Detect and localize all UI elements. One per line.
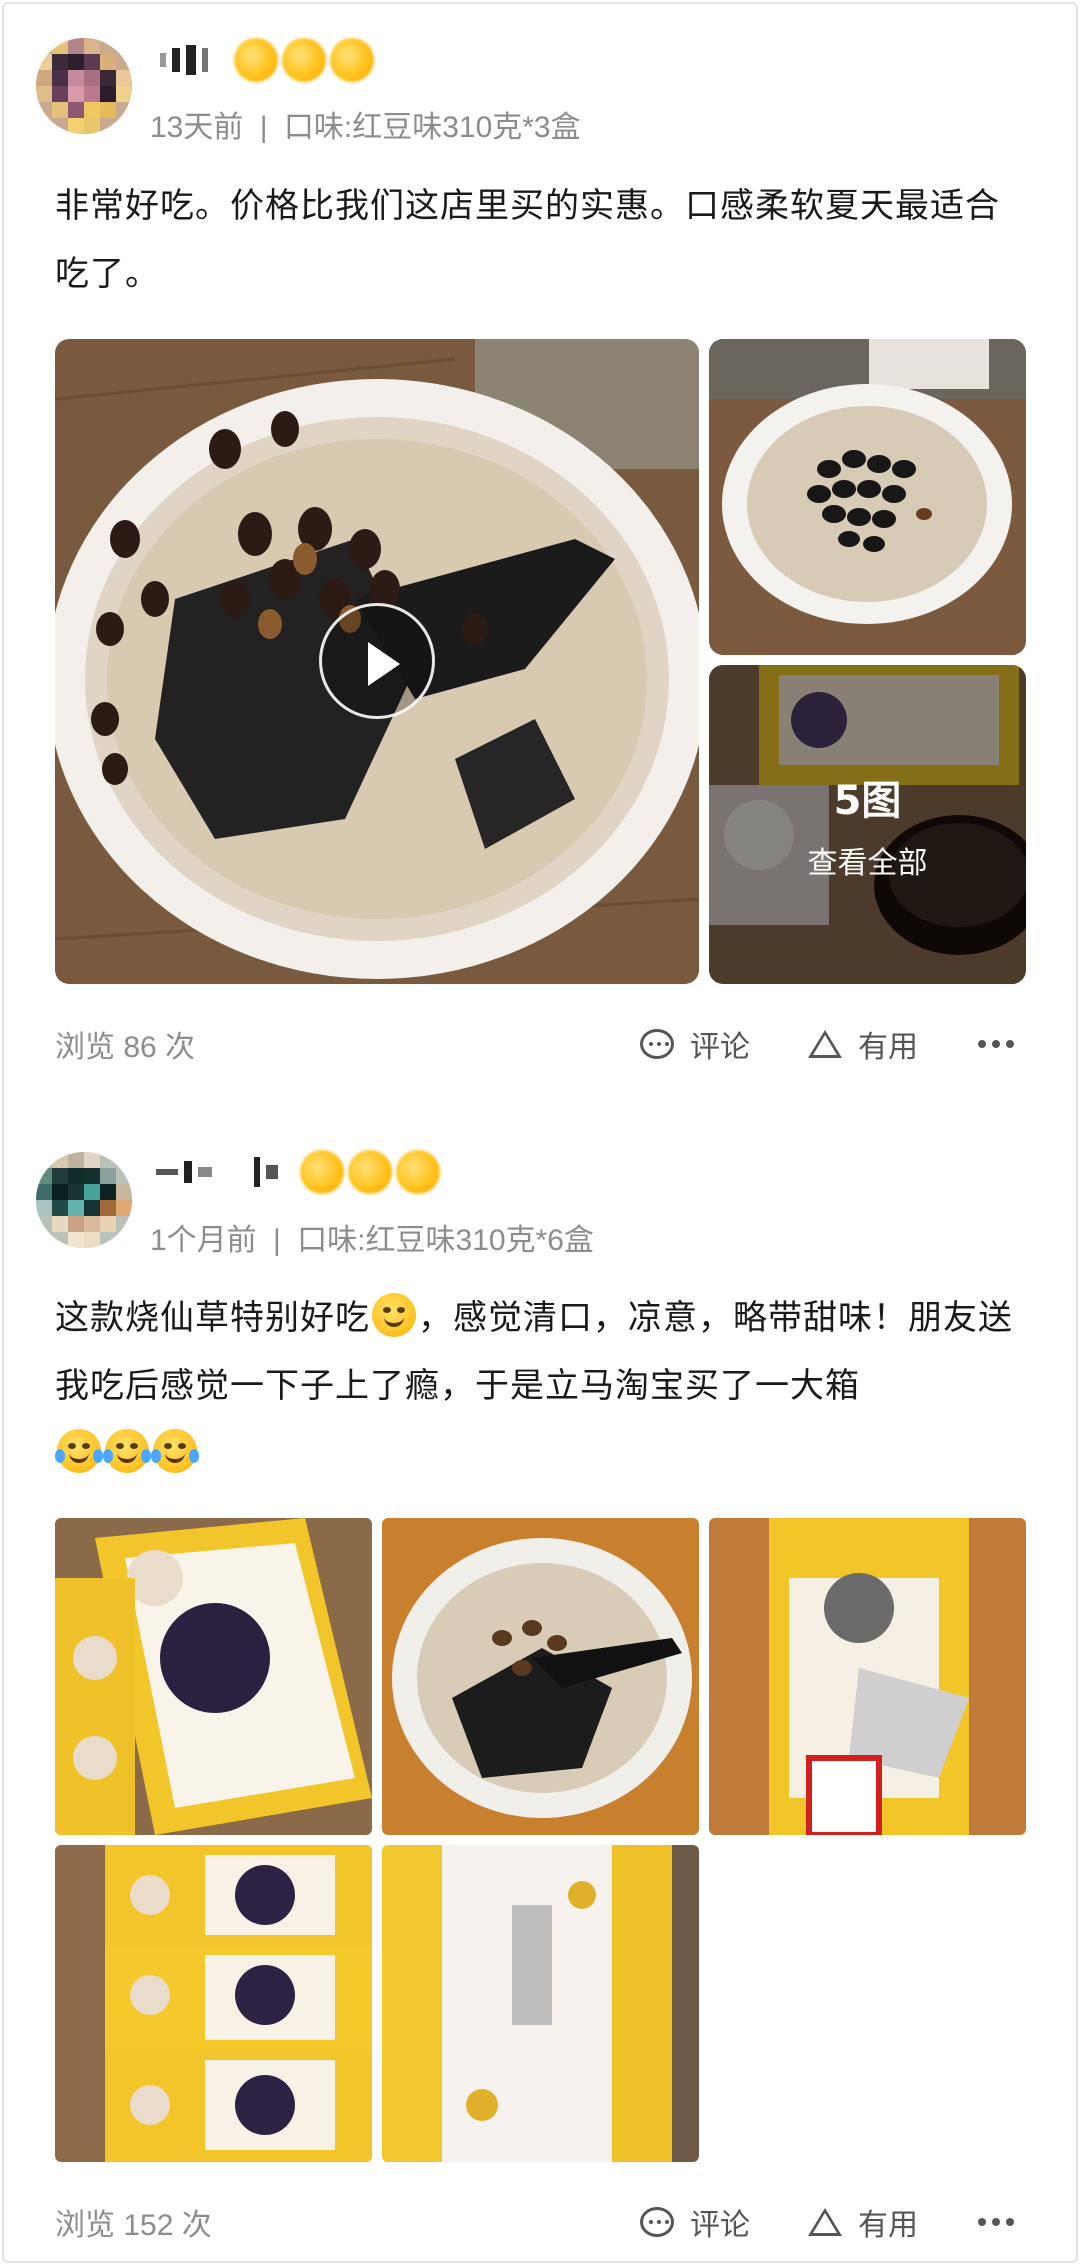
comment-icon: [640, 1029, 674, 1059]
username-redacted: [156, 1157, 278, 1187]
medal-icon: [282, 38, 326, 82]
summer-gift-box-photo: [382, 1845, 699, 2162]
grass-jelly-cup-photo: [709, 339, 1026, 655]
review-meta: 1个月前 | 口味:红豆味310克*6盒: [150, 1215, 594, 1259]
medal-icon: [234, 38, 278, 82]
review-flavor: 口味:红豆味310克*3盒: [283, 111, 581, 144]
play-icon[interactable]: [319, 603, 435, 719]
review-time: 1个月前: [150, 1224, 257, 1257]
comment-button[interactable]: 评论: [640, 2200, 750, 2244]
review-text: 这款烧仙草特别好吃 ，感觉清口，凉意，略带甜味！朋友送我吃后感觉一下子上了瘾，于是…: [55, 1284, 1030, 1488]
review-photo[interactable]: [55, 1518, 372, 1835]
useful-label: 有用: [858, 2208, 918, 2243]
review-text-part1: 这款烧仙草特别好吃: [55, 1298, 370, 1338]
review-video[interactable]: [55, 339, 699, 984]
yummy-emoji-icon: [372, 1293, 416, 1337]
username[interactable]: [156, 1150, 440, 1194]
comment-label: 评论: [690, 1030, 750, 1065]
review-photo[interactable]: [709, 1518, 1026, 1835]
grass-jelly-stacked-boxes-photo: [55, 1845, 372, 2162]
more-dots-icon[interactable]: [978, 1040, 1014, 1048]
useful-triangle-icon: [808, 1030, 842, 1058]
view-all-label: 查看全部: [807, 845, 928, 881]
more-photos-overlay[interactable]: 5图 查看全部: [709, 665, 1026, 984]
meta-separator: |: [259, 111, 268, 144]
medal-icon: [396, 1150, 440, 1194]
view-count: 浏览 152 次: [55, 2209, 212, 2242]
review-flavor: 口味:红豆味310克*6盒: [297, 1224, 594, 1257]
useful-triangle-icon: [808, 2208, 842, 2236]
comment-icon: [640, 2207, 674, 2237]
view-count: 浏览 86 次: [55, 1031, 196, 1064]
medal-icon: [330, 38, 374, 82]
useful-button[interactable]: 有用: [808, 2200, 918, 2244]
more-dots-icon[interactable]: [978, 2218, 1014, 2226]
avatar[interactable]: [36, 38, 132, 134]
laughing-tears-emoji-icon: [103, 1429, 151, 1473]
grass-jelly-open-box-photo: [709, 1518, 1026, 1835]
review-footer: 浏览 86 次 评论 有用: [0, 1018, 1080, 1068]
review-photo[interactable]: [382, 1845, 699, 2162]
laughing-tears-emoji-icon: [151, 1429, 199, 1473]
medal-icon: [348, 1150, 392, 1194]
review-footer: 浏览 152 次 评论 有用: [0, 2196, 1080, 2246]
laughing-tears-emoji-icon: [55, 1429, 103, 1473]
review-photo[interactable]: [709, 339, 1026, 655]
username-redacted: [160, 45, 208, 75]
review-meta: 13天前 | 口味:红豆味310克*3盒: [150, 102, 581, 146]
comment-label: 评论: [690, 2208, 750, 2243]
grass-jelly-boxes-photo: [55, 1518, 372, 1835]
review-text: 非常好吃。价格比我们这店里买的实惠。口感柔软夏天最适合吃了。: [55, 186, 1000, 294]
useful-label: 有用: [858, 1030, 918, 1065]
avatar[interactable]: [36, 1152, 132, 1248]
review-photo[interactable]: [55, 1845, 372, 2162]
review-time: 13天前: [150, 111, 244, 144]
grass-jelly-spoon-photo: [382, 1518, 699, 1835]
review-photo[interactable]: [382, 1518, 699, 1835]
photo-count: 5图: [833, 777, 902, 824]
comment-button[interactable]: 评论: [640, 1022, 750, 1066]
review-photo-more[interactable]: 5图 查看全部: [709, 665, 1026, 984]
useful-button[interactable]: 有用: [808, 1022, 918, 1066]
username[interactable]: [160, 38, 374, 82]
medal-icon: [300, 1150, 344, 1194]
meta-separator: |: [273, 1224, 281, 1257]
